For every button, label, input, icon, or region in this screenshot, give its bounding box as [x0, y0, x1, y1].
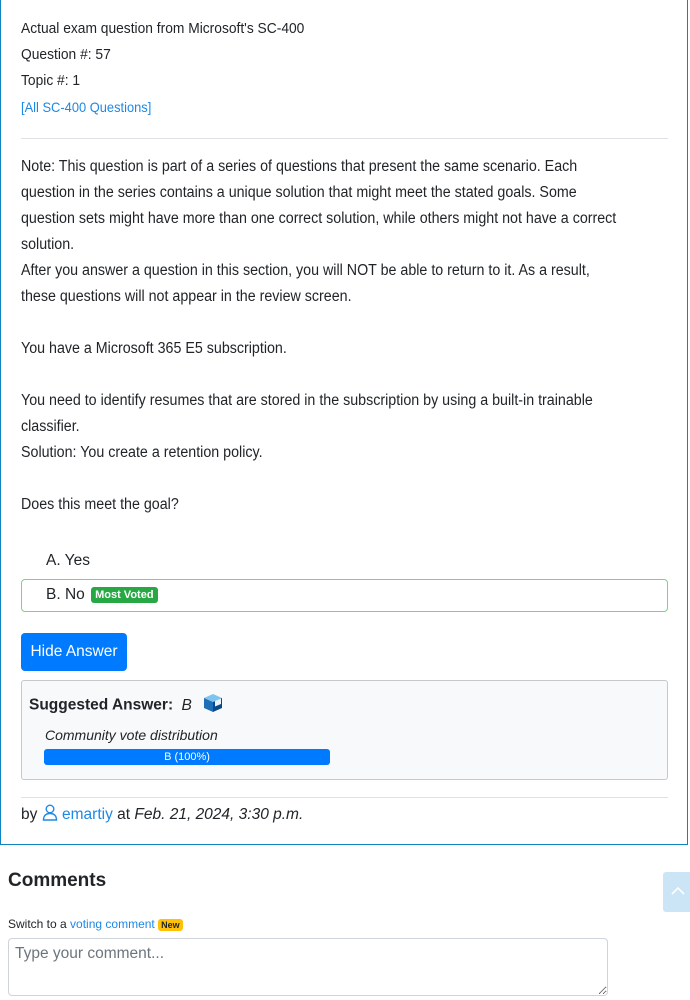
author-username[interactable]: emartiy	[62, 806, 113, 823]
answer-box: Suggested Answer: B Community vote distr…	[21, 680, 668, 780]
vote-bar-track: B (100%)	[44, 749, 330, 765]
switch-comment-mode: Switch to a voting comment New	[8, 917, 183, 931]
topic-number: Topic #: 1	[21, 72, 81, 89]
switch-text: Switch to a	[8, 917, 67, 931]
question-paragraph: After you answer a question in this sect…	[21, 262, 590, 305]
question-paragraph: You have a Microsoft 365 E5 subscription…	[21, 340, 287, 357]
question-paragraph: Note: This question is part of a series …	[21, 158, 617, 253]
all-questions-link[interactable]: [All SC-400 Questions]	[21, 99, 151, 115]
chevron-up-icon	[663, 886, 690, 916]
new-badge: New	[158, 918, 183, 931]
divider	[21, 797, 668, 798]
vote-distribution-label: Community vote distribution	[45, 727, 218, 743]
hide-answer-button[interactable]: Hide Answer	[21, 633, 127, 671]
by-label: by	[21, 806, 38, 823]
vote-bar-fill: B (100%)	[44, 749, 330, 765]
cube-icon	[202, 693, 224, 718]
author-line: by emartiy at Feb. 21, 2024, 3:30 p.m.	[21, 804, 303, 824]
question-paragraph: You need to identify resumes that are st…	[21, 392, 593, 435]
choice-label: A. Yes	[46, 552, 90, 569]
suggested-answer-label: Suggested Answer:	[29, 696, 174, 714]
question-number: Question #: 57	[21, 46, 111, 63]
comment-input[interactable]	[8, 938, 608, 996]
post-date: Feb. 21, 2024, 3:30 p.m.	[134, 806, 304, 823]
exam-line: Actual exam question from Microsoft's SC…	[21, 20, 305, 37]
choice-label: B. No	[46, 586, 85, 603]
user-outline-icon	[42, 804, 62, 823]
comments-heading: Comments	[8, 870, 107, 891]
most-voted-badge: Most Voted	[91, 586, 158, 603]
at-label: at	[117, 806, 131, 823]
choice-b[interactable]: B. No Most Voted	[46, 586, 158, 604]
suggested-answer-value: B	[181, 696, 192, 714]
suggested-answer: Suggested Answer: B	[29, 693, 224, 718]
voting-comment-link[interactable]: voting comment	[70, 917, 155, 931]
divider	[21, 138, 668, 139]
choice-a[interactable]: A. Yes	[46, 552, 90, 570]
question-paragraph: Solution: You create a retention policy.	[21, 444, 263, 461]
question-paragraph: Does this meet the goal?	[21, 496, 179, 513]
scroll-to-top-button[interactable]	[663, 872, 690, 912]
